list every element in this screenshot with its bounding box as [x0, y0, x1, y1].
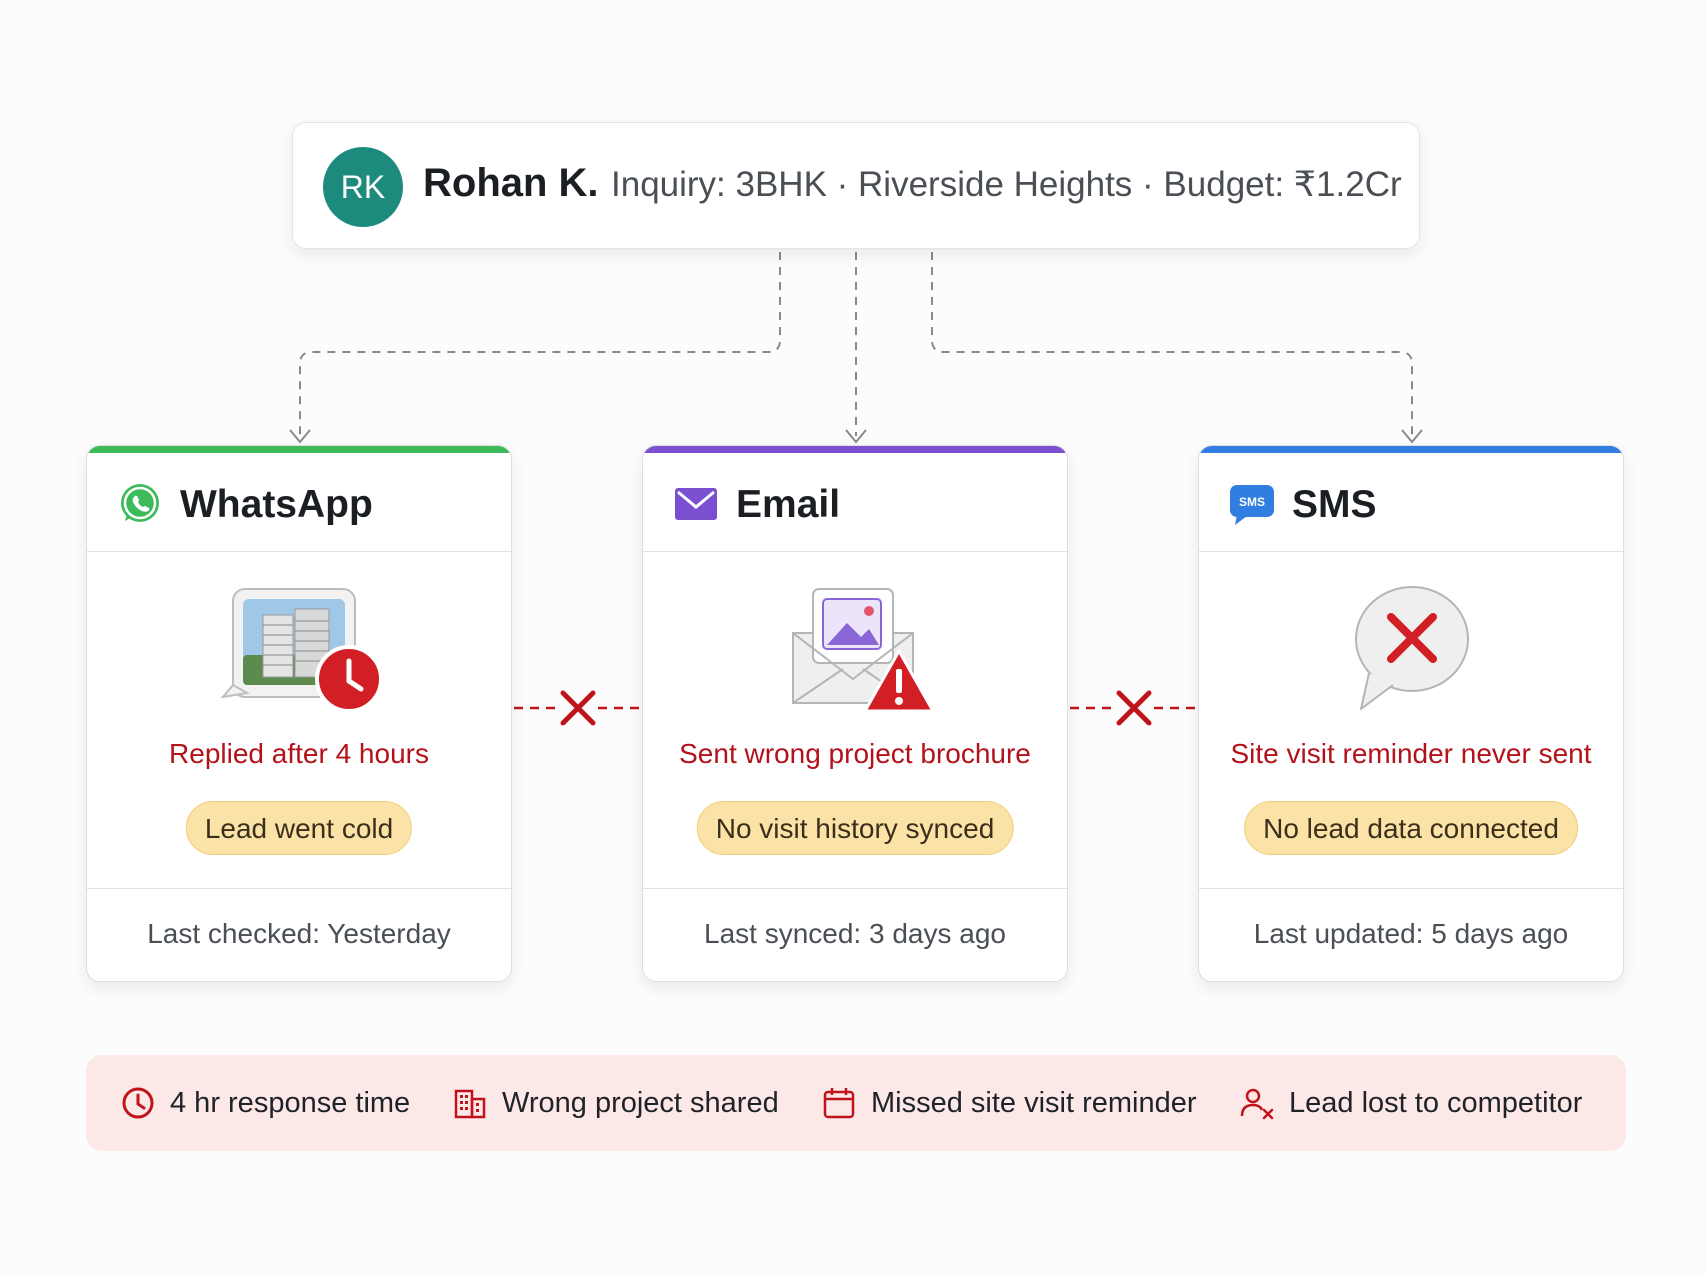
summary-text: Wrong project shared [502, 1086, 779, 1119]
sms-badge-text: SMS [1239, 495, 1265, 509]
email-accent-bar [643, 446, 1067, 453]
whatsapp-icon [121, 484, 159, 522]
connector-to-sms [931, 252, 1413, 436]
sms-status-pill: No lead data connected [1244, 801, 1578, 855]
email-illustration [643, 581, 1067, 721]
sms-bubble-icon: SMS [1230, 485, 1274, 525]
lead-name: Rohan K. [423, 161, 599, 205]
email-status-pill: No visit history synced [696, 801, 1014, 855]
summary-text: Missed site visit reminder [871, 1086, 1197, 1119]
sms-title: SMS [1292, 483, 1377, 526]
whatsapp-card[interactable]: WhatsApp Replied after 4 hours Lead went… [86, 445, 512, 982]
whatsapp-status-pill: Lead went cold [185, 801, 413, 855]
summary-item-lead-lost: Lead lost to competitor [1239, 1055, 1582, 1151]
broken-link-x-left [560, 690, 596, 726]
speech-bubble-with-x-icon [1355, 586, 1469, 710]
summary-bar: 4 hr response time Wrong project shared [86, 1055, 1626, 1151]
summary-item-missed-reminder: Missed site visit reminder [821, 1055, 1197, 1151]
sms-card-header: SMS SMS [1199, 453, 1623, 552]
whatsapp-title: WhatsApp [180, 483, 373, 526]
arrowhead-whatsapp [289, 429, 311, 444]
building-icon [454, 1089, 486, 1119]
lead-inquiry: Inquiry: 3BHK · Riverside Heights · Budg… [611, 165, 1402, 204]
calendar-icon [823, 1088, 855, 1119]
sms-footer: Last updated: 5 days ago [1199, 888, 1623, 981]
whatsapp-illustration [87, 581, 511, 721]
arrowhead-email [845, 429, 867, 444]
summary-item-response-time: 4 hr response time [120, 1055, 410, 1151]
sms-illustration [1199, 581, 1623, 721]
clock-badge-icon [315, 645, 383, 713]
broken-link-x-right [1116, 690, 1152, 726]
sms-card[interactable]: SMS SMS Site visit reminder never sent N… [1198, 445, 1624, 982]
email-issue: Sent wrong project brochure [679, 738, 1031, 769]
diagram-stage: RK Rohan K. Inquiry: 3BHK · Riverside He… [0, 0, 1706, 1275]
connector-to-whatsapp [299, 252, 781, 436]
summary-item-wrong-project: Wrong project shared [452, 1055, 779, 1151]
clock-icon [122, 1087, 154, 1119]
whatsapp-footer: Last checked: Yesterday [87, 888, 511, 981]
user-x-icon [1240, 1088, 1274, 1120]
whatsapp-accent-bar [87, 446, 511, 453]
email-title: Email [736, 483, 841, 526]
whatsapp-card-header: WhatsApp [87, 453, 511, 552]
whatsapp-issue: Replied after 4 hours [169, 738, 429, 769]
email-footer: Last synced: 3 days ago [643, 888, 1067, 981]
summary-text: 4 hr response time [170, 1086, 411, 1119]
summary-text: Lead lost to competitor [1289, 1086, 1583, 1119]
email-card[interactable]: Email Sent wrong project brochure No vis… [642, 445, 1068, 982]
sms-accent-bar [1199, 446, 1623, 453]
email-card-header: Email [643, 453, 1067, 552]
sms-issue: Site visit reminder never sent [1230, 738, 1592, 769]
arrowhead-sms [1401, 429, 1423, 444]
envelope-icon [675, 488, 717, 520]
avatar: RK [323, 147, 403, 227]
lead-card[interactable]: RK Rohan K. Inquiry: 3BHK · Riverside He… [292, 122, 1420, 249]
